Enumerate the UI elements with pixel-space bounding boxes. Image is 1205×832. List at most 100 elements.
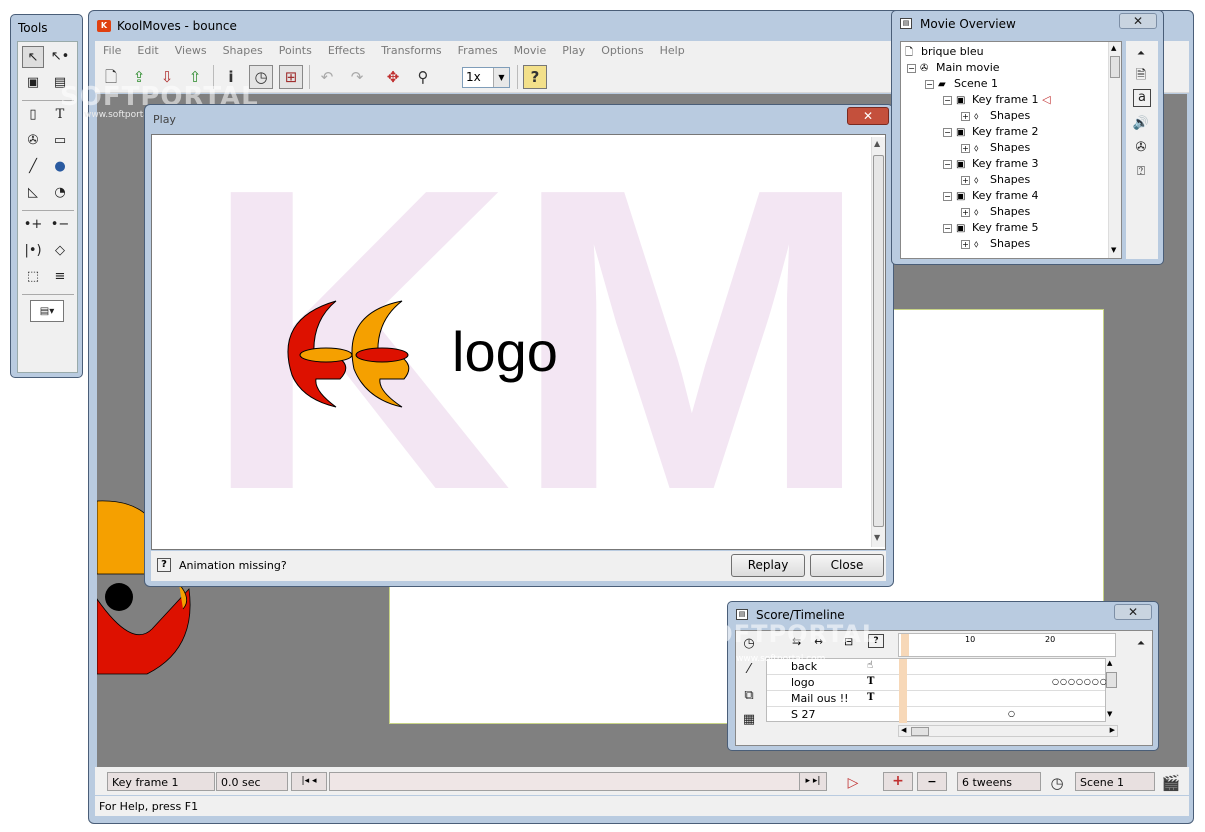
- ellipse-tool-icon[interactable]: ●: [49, 156, 71, 178]
- replay-button[interactable]: Replay: [731, 554, 805, 577]
- frame-status-bar: Key frame 1 0.0 sec |◂ ◂ ▸ ▸| ▷ + − 6 tw…: [95, 767, 1189, 795]
- shapes-icon: ⬨: [974, 207, 979, 218]
- tree-node[interactable]: + ⬨ Shapes: [961, 109, 1030, 122]
- layer-vscroll[interactable]: ▲ ▼: [1106, 658, 1118, 722]
- logo-text: logo: [452, 320, 558, 383]
- animation-missing-link[interactable]: Animation missing?: [179, 559, 287, 572]
- tree-node[interactable]: − ▣ Key frame 1 ◁: [943, 93, 1051, 106]
- play-dialog: Play ✕ KM logo ▲ ▼ ? Animation missing? …: [144, 104, 894, 587]
- koolmoves-app-icon: K: [97, 20, 111, 32]
- line-tool-icon[interactable]: ╱: [22, 156, 44, 178]
- frame-scrollbar[interactable]: [329, 772, 809, 791]
- movie-overview-panel: ▤ Movie Overview ✕ 🗋 brique bleu − ✇ Main m…: [891, 10, 1164, 265]
- add-frame-button[interactable]: +: [883, 772, 913, 791]
- tree-node[interactable]: + ⬨ Shapes: [961, 141, 1030, 154]
- panel-icon: ▤: [736, 609, 748, 620]
- edit-field-icon[interactable]: ▭: [49, 130, 71, 152]
- image-icon[interactable]: ▣: [22, 72, 44, 94]
- copy-layer-icon[interactable]: ⧉: [738, 685, 760, 707]
- layer-row[interactable]: Mail ous !!: [791, 692, 849, 705]
- menu-views[interactable]: Views: [167, 41, 215, 57]
- frame-ruler[interactable]: 10 20: [898, 633, 1116, 657]
- movie-overview-close-icon[interactable]: ✕: [1119, 13, 1157, 29]
- pan-icon[interactable]: ✥: [381, 65, 405, 89]
- collapse-icon[interactable]: ⏶: [1130, 633, 1152, 655]
- chevron-down-icon[interactable]: ▼: [493, 68, 509, 87]
- play-vertical-scrollbar[interactable]: ▲ ▼: [871, 137, 885, 547]
- help-icon[interactable]: ?: [523, 65, 547, 89]
- tree-node[interactable]: 🗋 brique bleu: [905, 45, 984, 62]
- menu-transforms[interactable]: Transforms: [373, 41, 449, 57]
- shapes-icon: ⬨: [974, 175, 979, 186]
- play-icon[interactable]: ▷: [841, 771, 865, 795]
- undo-icon[interactable]: ↶: [315, 65, 339, 89]
- clock-icon[interactable]: ◷: [1045, 771, 1069, 795]
- layer-row[interactable]: logo: [791, 676, 815, 689]
- fill-style-dropdown[interactable]: ▤▾: [30, 300, 64, 322]
- arc-tool-icon[interactable]: ◔: [49, 182, 71, 204]
- tree-node[interactable]: − ✇ Main movie: [907, 61, 1000, 74]
- movie-clip-icon[interactable]: ✇: [22, 130, 44, 152]
- zoom-icon[interactable]: ⚲: [411, 65, 435, 89]
- point-select-icon[interactable]: ↖•: [49, 46, 71, 68]
- tree-node[interactable]: + ⬨ Shapes: [961, 173, 1030, 186]
- break-point-icon[interactable]: |•): [22, 240, 44, 262]
- zoom-dropdown[interactable]: 1x ▼: [462, 67, 510, 88]
- tree-node[interactable]: − ▣ Key frame 5: [943, 221, 1039, 234]
- transform-icon[interactable]: ⬚: [22, 266, 44, 288]
- grid-layer-icon[interactable]: ▦: [738, 709, 760, 731]
- help-hint: For Help, press F1: [99, 800, 199, 813]
- tree-node[interactable]: − ▣ Key frame 4: [943, 189, 1039, 202]
- film-reel-icon[interactable]: ✇: [1130, 137, 1152, 159]
- menu-points[interactable]: Points: [271, 41, 320, 57]
- remove-frame-button[interactable]: −: [917, 772, 947, 791]
- redo-icon[interactable]: ↷: [345, 65, 369, 89]
- first-frame-button[interactable]: |◂ ◂: [291, 772, 327, 791]
- movie-tree: 🗋 brique bleu − ✇ Main movie − ▰ Scene 1 − ▣ Ke…: [900, 41, 1122, 259]
- layer-hscroll[interactable]: ◀ ▶: [898, 725, 1118, 737]
- logo-graphic: [287, 300, 410, 408]
- arrow-select-icon[interactable]: ↖: [22, 46, 44, 68]
- play-dialog-title: Play: [153, 113, 176, 126]
- tree-node[interactable]: − ▰ Scene 1: [925, 77, 998, 90]
- scene-clapper-icon[interactable]: 🎬: [1159, 771, 1183, 795]
- menu-help[interactable]: Help: [652, 41, 693, 57]
- menu-effects[interactable]: Effects: [320, 41, 373, 57]
- menu-play[interactable]: Play: [554, 41, 593, 57]
- question-icon[interactable]: ?: [157, 558, 171, 572]
- add-point-icon[interactable]: •+: [22, 214, 44, 236]
- frame-icon: ▣: [956, 127, 966, 138]
- help-icon[interactable]: ⍰: [1130, 161, 1152, 183]
- frame-icon: ▣: [956, 191, 966, 202]
- menu-edit[interactable]: Edit: [129, 41, 166, 57]
- layer-row[interactable]: S 27: [791, 708, 815, 721]
- frame-icon: ▣: [956, 95, 966, 106]
- current-scene-label[interactable]: Scene 1: [1075, 772, 1155, 791]
- corner-tool-icon[interactable]: ◺: [22, 182, 44, 204]
- align-icon[interactable]: ≡: [49, 266, 71, 288]
- tweens-count[interactable]: 6 tweens: [957, 772, 1041, 791]
- last-frame-button[interactable]: ▸ ▸|: [799, 772, 827, 791]
- close-button[interactable]: Close: [810, 554, 884, 577]
- tree-node[interactable]: − ▣ Key frame 2: [943, 125, 1039, 138]
- tree-node[interactable]: − ▣ Key frame 3: [943, 157, 1039, 170]
- text-properties-icon[interactable]: a: [1133, 89, 1151, 107]
- sound-icon[interactable]: 🔊: [1130, 113, 1152, 135]
- current-frame-marker-icon: ◁: [1042, 93, 1051, 106]
- tree-scrollbar[interactable]: ▲ ▼: [1108, 42, 1121, 258]
- menu-movie[interactable]: Movie: [506, 41, 555, 57]
- menu-file[interactable]: File: [95, 41, 129, 57]
- movie-overview-icon[interactable]: ⊞: [279, 65, 303, 89]
- button-tool-icon[interactable]: ▯: [22, 104, 44, 126]
- tree-node[interactable]: + ⬨ Shapes: [961, 205, 1030, 218]
- properties-icon[interactable]: 🗎: [1130, 65, 1152, 87]
- remove-point-icon[interactable]: •−: [49, 214, 71, 236]
- menu-shapes[interactable]: Shapes: [215, 41, 271, 57]
- text-layer-icon: T: [867, 692, 875, 703]
- collapse-icon[interactable]: ⏶: [1130, 43, 1152, 65]
- score-close-icon[interactable]: ✕: [1114, 604, 1152, 620]
- menu-options[interactable]: Options: [593, 41, 651, 57]
- tree-node[interactable]: + ⬨ Shapes: [961, 237, 1030, 250]
- fill-bucket-icon[interactable]: ◇: [49, 240, 71, 262]
- menu-frames[interactable]: Frames: [450, 41, 506, 57]
